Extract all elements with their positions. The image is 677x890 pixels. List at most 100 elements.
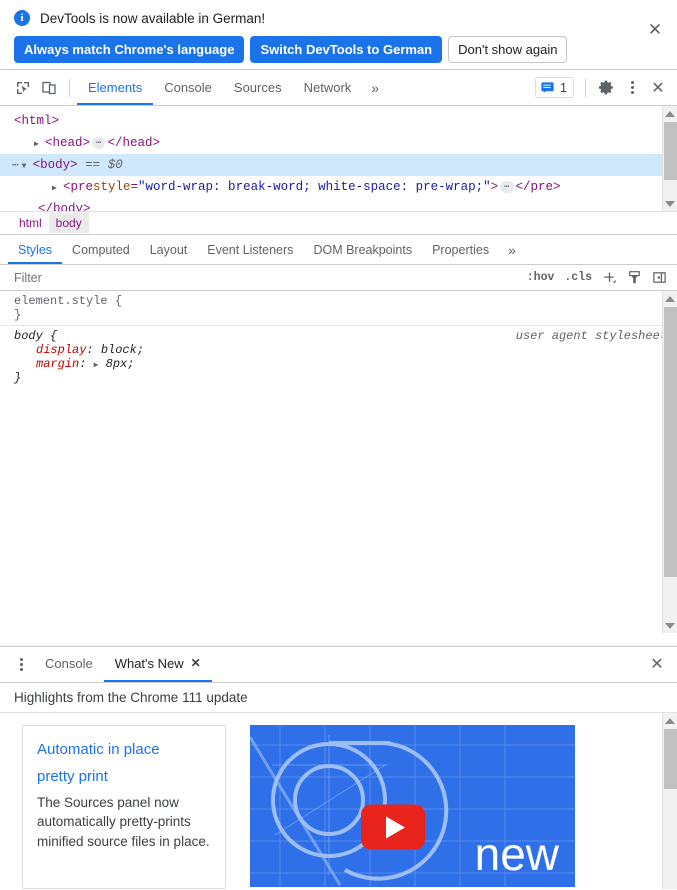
whats-new-card-title-line1[interactable]: Automatic in place bbox=[37, 738, 211, 761]
expand-triangle-icon-pre[interactable]: ▶ bbox=[52, 178, 63, 200]
styles-sidebar-tabs: Styles Computed Layout Event Listeners D… bbox=[0, 235, 677, 265]
dom-node-body-open: <body> bbox=[32, 158, 78, 172]
drawer-tab-whats-new[interactable]: What's New ✕ bbox=[103, 646, 212, 682]
styles-rules-pane[interactable]: element.style { } user agent stylesheet … bbox=[0, 291, 677, 633]
scroll-up-icon-styles[interactable] bbox=[663, 291, 677, 306]
dom-node-body-ref: $0 bbox=[107, 158, 123, 172]
css-declaration-margin[interactable]: margin: ▶ 8px; bbox=[14, 357, 667, 371]
devtools-drawer: Console What's New ✕ ✕ Highlights from t… bbox=[0, 646, 677, 890]
styles-filter-bar: :hov .cls bbox=[0, 265, 677, 291]
video-overlay-text: new bbox=[474, 828, 559, 880]
css-property-display[interactable]: display bbox=[14, 343, 86, 357]
whats-new-card-description: The Sources panel now automatically pret… bbox=[37, 794, 210, 849]
scroll-up-icon[interactable] bbox=[663, 106, 677, 121]
dom-attr-value-style[interactable]: "word-wrap: break-word; white-space: pre… bbox=[138, 180, 491, 194]
css-rule-body[interactable]: user agent stylesheet body { display: bl… bbox=[0, 325, 677, 388]
drawer-tab-bar: Console What's New ✕ ✕ bbox=[0, 647, 677, 683]
whats-new-scrollbar[interactable] bbox=[662, 713, 677, 889]
breadcrumb-item-html[interactable]: html bbox=[12, 213, 49, 233]
hov-toggle-button[interactable]: :hov bbox=[522, 271, 560, 284]
dom-node-body-close[interactable]: </body> bbox=[0, 198, 677, 211]
css-value-display[interactable]: block; bbox=[101, 343, 144, 357]
scroll-up-icon-wn[interactable] bbox=[663, 713, 677, 728]
css-property-margin[interactable]: margin bbox=[14, 357, 79, 371]
filter-input[interactable] bbox=[12, 269, 522, 286]
whats-new-card-title-line2[interactable]: pretty print bbox=[37, 765, 211, 788]
dom-attr-name-style[interactable]: style bbox=[93, 180, 131, 194]
css-rule-element-style[interactable]: element.style { } bbox=[0, 291, 677, 325]
toolbar-divider-2 bbox=[585, 78, 586, 97]
scroll-down-icon[interactable] bbox=[663, 196, 677, 211]
expand-shorthand-icon[interactable]: ▶ bbox=[94, 361, 99, 370]
inspect-element-icon[interactable] bbox=[10, 75, 36, 101]
more-sidebar-tabs-chevron-icon[interactable]: » bbox=[499, 242, 525, 258]
info-icon: i bbox=[14, 10, 30, 26]
expand-triangle-icon[interactable]: ▶ bbox=[34, 134, 45, 156]
device-toolbar-icon[interactable] bbox=[36, 75, 62, 101]
collapse-triangle-icon[interactable]: ▼ bbox=[22, 156, 33, 178]
css-declaration-display[interactable]: display: block; bbox=[14, 343, 667, 357]
node-badge-dots-icon[interactable]: ⋯ bbox=[12, 160, 20, 172]
dont-show-again-button[interactable]: Don't show again bbox=[448, 36, 568, 63]
styles-pane-scrollbar[interactable] bbox=[662, 291, 677, 633]
dom-tree-panel[interactable]: <html> ▶ <head> ⋯ </head> ⋯ ▼ <body> == $0 ▶ <… bbox=[0, 106, 677, 211]
cls-toggle-button[interactable]: .cls bbox=[559, 271, 597, 284]
css-selector-element-style[interactable]: element.style bbox=[14, 294, 108, 308]
drawer-kebab-menu-icon[interactable] bbox=[8, 652, 34, 678]
more-panels-chevron-icon[interactable]: » bbox=[362, 80, 388, 96]
whats-new-content[interactable]: Automatic in place pretty print The Sour… bbox=[0, 713, 677, 889]
css-rule-header-body: user agent stylesheet body { bbox=[14, 329, 667, 343]
console-message-count-badge[interactable]: 1 bbox=[535, 77, 574, 98]
tab-computed[interactable]: Computed bbox=[62, 235, 140, 264]
collapsed-children-icon[interactable]: ⋯ bbox=[92, 136, 106, 149]
copy-styles-icon[interactable] bbox=[622, 270, 647, 285]
breadcrumb-item-body[interactable]: body bbox=[48, 213, 89, 233]
toggle-sidebar-icon[interactable] bbox=[647, 270, 677, 285]
tab-console[interactable]: Console bbox=[153, 70, 223, 105]
css-close-brace: } bbox=[14, 308, 22, 322]
scrollbar-thumb-wn[interactable] bbox=[664, 729, 677, 789]
gear-icon[interactable] bbox=[593, 75, 619, 101]
scrollbar-thumb-styles[interactable] bbox=[664, 307, 677, 577]
dom-node-body[interactable]: ⋯ ▼ <body> == $0 bbox=[0, 154, 677, 176]
tab-event-listeners[interactable]: Event Listeners bbox=[197, 235, 303, 264]
chrome-devtools-whats-new-video[interactable]: new bbox=[250, 725, 575, 887]
tab-elements[interactable]: Elements bbox=[77, 70, 154, 105]
dom-node-pre[interactable]: ▶ <prestyle="word-wrap: break-word; white… bbox=[0, 176, 677, 198]
drawer-close-icon[interactable]: ✕ bbox=[647, 655, 667, 675]
tab-properties[interactable]: Properties bbox=[422, 235, 499, 264]
css-value-margin[interactable]: 8px; bbox=[106, 357, 135, 371]
switch-devtools-language-button[interactable]: Switch DevTools to German bbox=[250, 36, 443, 63]
always-match-language-button[interactable]: Always match Chrome's language bbox=[14, 36, 245, 63]
tab-dom-breakpoints[interactable]: DOM Breakpoints bbox=[303, 235, 422, 264]
css-selector-body[interactable]: body bbox=[14, 329, 43, 343]
collapsed-children-icon-pre[interactable]: ⋯ bbox=[500, 180, 514, 193]
dom-node-pre-open: <pre bbox=[63, 180, 94, 194]
tab-layout[interactable]: Layout bbox=[140, 235, 198, 264]
drawer-tab-console-label: Console bbox=[45, 656, 93, 671]
kebab-menu-icon[interactable] bbox=[619, 75, 645, 101]
whats-new-card[interactable]: Automatic in place pretty print The Sour… bbox=[22, 725, 226, 889]
plus-icon[interactable] bbox=[597, 270, 622, 285]
youtube-play-icon[interactable] bbox=[361, 804, 425, 850]
dom-node-html-tag: <html> bbox=[14, 114, 60, 128]
close-devtools-icon[interactable]: ✕ bbox=[645, 75, 671, 101]
dom-tree-scrollbar[interactable] bbox=[662, 106, 677, 211]
infobar-actions: Always match Chrome's language Switch De… bbox=[14, 36, 667, 63]
tab-styles[interactable]: Styles bbox=[8, 235, 63, 264]
dom-node-head[interactable]: ▶ <head> ⋯ </head> bbox=[0, 132, 677, 154]
dom-node-body-close-tag: </body> bbox=[38, 202, 91, 211]
drawer-tab-close-icon[interactable]: ✕ bbox=[191, 646, 201, 681]
dom-node-html[interactable]: <html> bbox=[0, 110, 677, 132]
css-close-brace-body: } bbox=[14, 371, 22, 385]
scroll-down-icon-styles[interactable] bbox=[663, 618, 677, 633]
dom-node-head-close: </head> bbox=[107, 136, 160, 150]
scrollbar-thumb[interactable] bbox=[664, 122, 677, 180]
drawer-tab-console[interactable]: Console bbox=[34, 647, 104, 682]
tab-network[interactable]: Network bbox=[293, 70, 363, 105]
dom-node-body-eq: == bbox=[85, 158, 101, 172]
tab-sources[interactable]: Sources bbox=[223, 70, 293, 105]
close-icon[interactable]: ✕ bbox=[645, 20, 665, 40]
breadcrumb: html body bbox=[0, 211, 677, 235]
dom-node-pre-gt: > bbox=[490, 180, 499, 194]
